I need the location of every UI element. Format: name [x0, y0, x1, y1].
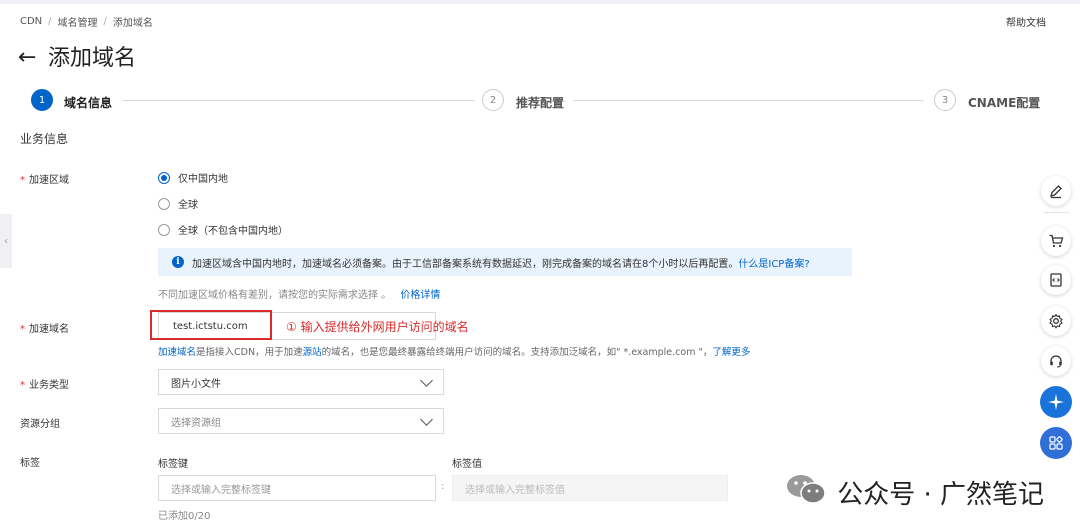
icp-notice: i 加速区域含中国内地时，加速域名必须备案。由于工信部备案系统有数据延迟，刚完成…	[158, 248, 852, 276]
headset-icon[interactable]	[1041, 346, 1071, 376]
breadcrumb-separator: /	[48, 16, 52, 27]
cart-icon[interactable]	[1041, 226, 1071, 256]
step-1-label: 域名信息	[64, 96, 113, 110]
radio-label: 全球（不包含中国内地）	[178, 226, 288, 237]
resource-group-label: 资源分组	[20, 419, 60, 430]
tag-count: 已添加0/20	[158, 511, 211, 522]
collapse-tab[interactable]: ‹	[0, 214, 12, 268]
watermark: 公众号 · 广然笔记	[785, 472, 1044, 513]
radio-label: 全球	[178, 200, 198, 211]
tag-value-header: 标签值	[452, 459, 482, 470]
domain-help: 加速域名是指接入CDN，用于加速源站的域名，也是您最终暴露给终端用户访问的域名。…	[158, 344, 750, 358]
step-connector	[122, 100, 474, 101]
required-mark: *	[20, 175, 25, 186]
domain-help-text: 是指接入CDN，用于加速	[196, 347, 303, 358]
tag-key-header: 标签键	[158, 459, 188, 470]
section-title: 业务信息	[20, 132, 69, 146]
icp-link[interactable]: 什么是ICP备案?	[738, 255, 809, 270]
resource-group-select[interactable]: 选择资源组	[158, 408, 444, 434]
region-hint: 不同加速区域价格有差别，请按您的实际需求选择 。 价格详情	[158, 286, 440, 301]
edit-icon[interactable]	[1041, 176, 1071, 206]
radio-label: 仅中国内地	[178, 174, 228, 185]
business-type-label-text: 业务类型	[29, 380, 69, 391]
price-detail-link[interactable]: 价格详情	[400, 290, 440, 301]
wechat-logo-icon	[785, 472, 827, 513]
help-docs-link[interactable]: 帮助文档	[1006, 14, 1046, 29]
radio-global-excluding-mainland[interactable]: 全球（不包含中国内地）	[158, 222, 288, 237]
select-value: 图片小文件	[171, 378, 221, 390]
chevron-down-icon	[420, 412, 433, 426]
radio-checked-icon	[158, 171, 170, 184]
origin-link[interactable]: 源站	[303, 347, 322, 358]
domain-help-text: 的域名，也是您最终暴露给终端用户访问的域名。支持添加泛域名，如" *.examp…	[321, 347, 713, 358]
notice-text: 加速区域含中国内地时，加速域名必须备案。由于工信部备案系统有数据延迟，刚完成备案…	[192, 258, 739, 270]
chevron-down-icon	[420, 373, 433, 387]
breadcrumb-separator: /	[103, 16, 107, 27]
tag-key-input[interactable]: 选择或输入完整标签键	[158, 475, 436, 501]
select-placeholder: 选择资源组	[171, 417, 221, 429]
region-label-text: 加速区域	[29, 175, 69, 186]
tool-divider	[1044, 212, 1070, 213]
chevron-left-icon: ‹	[4, 235, 8, 247]
learn-more-link[interactable]: 了解更多	[712, 347, 750, 358]
radio-unchecked-icon	[158, 197, 170, 210]
required-mark: *	[20, 324, 25, 335]
spark-icon[interactable]	[1040, 386, 1072, 418]
step-3-label: CNAME配置	[968, 96, 1041, 110]
radio-global[interactable]: 全球	[158, 196, 198, 211]
breadcrumb: CDN / 域名管理 / 添加域名	[20, 14, 153, 29]
watermark-text: 公众号 · 广然笔记	[837, 480, 1044, 510]
step-1-circle: 1	[31, 89, 53, 111]
business-type-label: * 业务类型	[20, 376, 69, 391]
step-2-circle: 2	[482, 89, 504, 111]
gear-icon[interactable]	[1041, 306, 1071, 336]
region-label: * 加速区域	[20, 171, 69, 186]
hint-text: 不同加速区域价格有差别，请按您的实际需求选择 。	[158, 290, 392, 301]
annotation-highlight-box	[150, 310, 272, 340]
step-3-circle: 3	[934, 89, 956, 111]
step-connector	[574, 100, 924, 101]
tag-colon: :	[441, 481, 445, 492]
domain-label: * 加速域名	[20, 320, 69, 335]
breadcrumb-cdn[interactable]: CDN	[20, 16, 42, 27]
radio-unchecked-icon	[158, 223, 170, 236]
back-arrow-icon[interactable]: ←	[18, 44, 36, 72]
breadcrumb-add-domain: 添加域名	[112, 18, 153, 29]
radio-china-mainland[interactable]: 仅中国内地	[158, 170, 228, 185]
apps-icon[interactable]	[1040, 427, 1072, 459]
domain-label-text: 加速域名	[29, 324, 69, 335]
page-title: 添加域名	[48, 46, 137, 71]
code-doc-icon[interactable]	[1041, 265, 1071, 295]
annotation-text: ① 输入提供给外网用户访问的域名	[286, 320, 469, 334]
info-icon: i	[172, 256, 184, 268]
step-2-label: 推荐配置	[516, 96, 565, 110]
tags-label: 标签	[20, 458, 40, 469]
top-border	[0, 0, 1080, 4]
breadcrumb-domain-management[interactable]: 域名管理	[58, 14, 98, 29]
required-mark: *	[20, 380, 25, 391]
tag-value-input: 选择或输入完整标签值	[452, 475, 728, 501]
domain-help-link[interactable]: 加速域名	[158, 347, 196, 358]
business-type-select[interactable]: 图片小文件	[158, 369, 444, 395]
